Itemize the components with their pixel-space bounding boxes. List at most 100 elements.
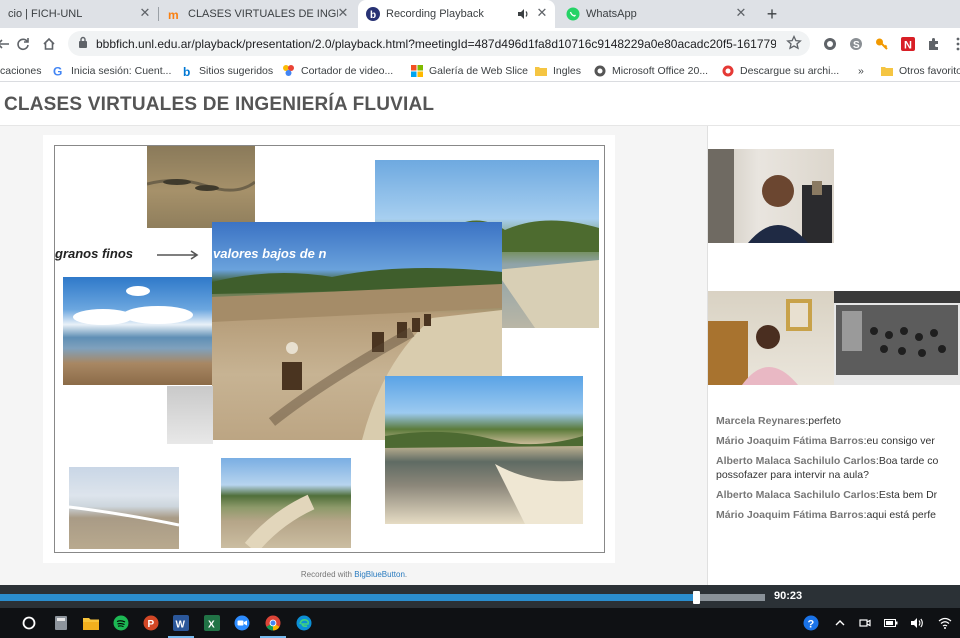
bookmark-item[interactable]: Ingles [534, 62, 581, 79]
tab-strip: cio | FICH-UNL ✕ m CLASES VIRTUALES DE I… [0, 0, 960, 28]
bookmark-item[interactable]: Descargue su archi... [721, 62, 839, 79]
url-text[interactable]: bbbfich.unl.edu.ar/playback/presentation… [96, 37, 776, 51]
playback-progress-bar[interactable] [0, 591, 765, 604]
folder-icon [880, 64, 893, 77]
bookmark-item[interactable]: caciones [0, 62, 41, 79]
tab-clases-virtuales[interactable]: m CLASES VIRTUALES DE INGENIERÍA ✕ [160, 0, 356, 28]
bigbluebutton-favicon-icon: b [366, 7, 380, 21]
windows-icon [410, 64, 423, 77]
bookmark-label: caciones [0, 64, 42, 77]
right-arrow-icon [157, 249, 201, 263]
bookmark-label: Ingles [553, 64, 582, 77]
svg-text:P: P [148, 619, 155, 630]
bookmark-label: Galería de Web Slice [429, 64, 529, 77]
tab-whatsapp[interactable]: WhatsApp ✕ [558, 0, 754, 28]
bookmark-label: Cortador de video... [301, 64, 394, 77]
speaker-icon[interactable] [517, 8, 529, 23]
chat-message: Alberto Malaca Sachilulo Carlos:Boa tard… [716, 455, 939, 481]
menu-dots-icon[interactable] [950, 36, 960, 52]
chat-text: Esta bem Dr [878, 489, 938, 501]
show-hidden-icons-chevron-icon[interactable] [833, 616, 847, 630]
bookmark-label: Inicia sesión: Cuent... [71, 64, 172, 77]
puzzle-extensions-icon[interactable] [926, 36, 942, 52]
crocodile-photo [147, 146, 255, 228]
chrome-icon[interactable] [260, 614, 286, 638]
beach-photo [69, 467, 179, 549]
tab-title: Recording Playback [386, 8, 484, 20]
zoom-icon[interactable] [233, 614, 251, 632]
chevron-more-icon: » [858, 64, 864, 77]
page-title: CLASES VIRTUALES DE INGENIERÍA FLUVIAL [4, 94, 435, 115]
bookmarks-bar: caciones G Inicia sesión: Cuent... b Sit… [0, 59, 960, 82]
svg-text:W: W [176, 620, 186, 631]
tab-recording-playback[interactable]: b Recording Playback ✕ [358, 0, 555, 28]
netflix-icon[interactable]: N [900, 36, 916, 52]
recorded-with-label: Recorded with BigBlueButton. [0, 570, 708, 579]
bookmark-star-icon[interactable] [786, 34, 802, 54]
bookmark-label: Otros favoritos [899, 64, 960, 77]
svg-text:G: G [53, 65, 62, 77]
edge-icon[interactable] [295, 614, 313, 632]
bookmark-item[interactable]: b Sitios sugeridos [180, 62, 274, 79]
windows-taskbar: P W X ? [0, 608, 960, 638]
extension-circle-icon[interactable] [822, 36, 838, 52]
bookmark-item[interactable]: Microsoft Office 20... [593, 62, 708, 79]
close-tab-icon[interactable]: ✕ [535, 6, 549, 20]
google-icon: G [52, 64, 65, 77]
tab-title: cio | FICH-UNL [8, 8, 83, 20]
webcam-classroom [834, 291, 960, 385]
spotify-icon[interactable] [112, 614, 130, 632]
address-bar[interactable]: bbbfich.unl.edu.ar/playback/presentation… [68, 31, 810, 56]
word-icon[interactable]: W [168, 614, 194, 638]
svg-text:b: b [370, 10, 376, 21]
svg-text:X: X [208, 620, 215, 631]
close-tab-icon[interactable]: ✕ [734, 6, 748, 20]
file-explorer-icon[interactable] [82, 614, 100, 632]
recorded-prefix: Recorded with [300, 570, 355, 579]
tab-separator [158, 7, 159, 21]
bookmark-item[interactable]: G Inicia sesión: Cuent... [52, 62, 172, 79]
download-site-icon [721, 64, 734, 77]
playback-time: 90:23 [774, 590, 803, 602]
playback-controls: 90:23 [0, 585, 960, 608]
svg-text:m: m [168, 8, 179, 20]
home-icon[interactable] [38, 33, 60, 55]
chat-panel: Marcela Reynares:perfeto Mário Joaquim F… [716, 414, 960, 528]
lock-icon[interactable] [78, 36, 88, 51]
skype-icon[interactable]: S [848, 36, 864, 52]
chat-author: Mário Joaquim Fátima Barros [716, 509, 864, 521]
help-icon[interactable]: ? [803, 615, 819, 631]
excel-icon[interactable]: X [203, 614, 221, 632]
new-tab-button[interactable]: + [762, 4, 782, 24]
chat-message: Alberto Malaca Sachilulo Carlos:Esta bem… [716, 489, 938, 501]
calculator-icon[interactable] [52, 614, 70, 632]
playback-scrubber-handle[interactable] [693, 591, 701, 604]
video-cutter-icon [282, 64, 295, 77]
webcam-presenter [708, 149, 834, 243]
close-tab-icon[interactable]: ✕ [336, 6, 350, 20]
meet-now-icon[interactable] [858, 616, 872, 630]
playback-progress-fill [0, 594, 697, 601]
moodle-favicon-icon: m [168, 7, 182, 21]
tab-fich[interactable]: cio | FICH-UNL ✕ [0, 0, 158, 28]
chat-message: Marcela Reynares:perfeto [716, 415, 841, 427]
powerpoint-icon[interactable]: P [142, 614, 160, 632]
close-tab-icon[interactable]: ✕ [138, 6, 152, 20]
bookmark-item[interactable]: Cortador de video... [282, 62, 393, 79]
wifi-icon[interactable] [938, 616, 952, 630]
bookmarks-overflow-button[interactable]: » [858, 62, 864, 79]
tab-title: CLASES VIRTUALES DE INGENIERÍA [188, 8, 338, 20]
office-icon [593, 64, 606, 77]
battery-icon[interactable] [884, 616, 898, 630]
bookmark-label: Descargue su archi... [740, 64, 840, 77]
bigbluebutton-link[interactable]: BigBlueButton [354, 570, 405, 579]
other-bookmarks[interactable]: Otros favoritos [880, 62, 960, 79]
bookmark-item[interactable]: Galería de Web Slice [410, 62, 528, 79]
bookmark-label: Sitios sugeridos [199, 64, 274, 77]
whatsapp-favicon-icon [566, 7, 580, 21]
cortana-circle-icon[interactable] [20, 614, 38, 632]
key-icon[interactable] [874, 36, 890, 52]
volume-icon[interactable] [910, 616, 924, 630]
reload-icon[interactable] [12, 33, 34, 55]
chat-author: Marcela Reynares [716, 415, 806, 427]
